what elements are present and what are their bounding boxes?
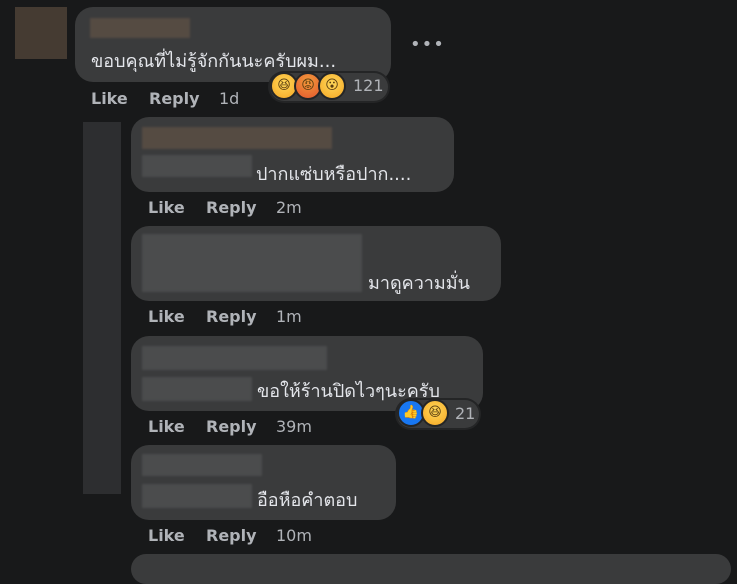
timestamp[interactable]: 2m [276, 198, 302, 217]
comment-text: ขอบคุณที่ไม่รู้จักกันนะครับผม... [91, 51, 337, 72]
reply-text: อือหือคำตอบ [257, 490, 358, 511]
wow-reaction-icon: 😮 [318, 72, 346, 100]
like-button[interactable]: Like [91, 89, 128, 108]
redacted-text [142, 377, 252, 401]
avatar[interactable] [15, 7, 67, 59]
redacted-author-name [142, 346, 327, 370]
reply-button[interactable]: Reply [206, 417, 257, 436]
redacted-author-name [142, 234, 362, 292]
redacted-avatars [83, 122, 121, 494]
more-options-icon[interactable]: ••• [410, 34, 445, 55]
timestamp[interactable]: 39m [276, 417, 312, 436]
redacted-text [142, 484, 252, 508]
like-button[interactable]: Like [148, 526, 185, 545]
reply-button[interactable]: Reply [206, 307, 257, 326]
redacted-author-name [142, 127, 332, 149]
timestamp[interactable]: 1m [276, 307, 302, 326]
redacted-text [142, 155, 252, 177]
haha-reaction-icon: 😆 [421, 399, 449, 427]
reply-button[interactable]: Reply [206, 198, 257, 217]
like-button[interactable]: Like [148, 307, 185, 326]
reaction-count: 21 [455, 404, 476, 423]
reply-button[interactable]: Reply [206, 526, 257, 545]
reply-text: ปากแซ่บหรือปาก.... [256, 164, 412, 185]
reply-text: มาดูความมั่น [368, 273, 470, 294]
timestamp[interactable]: 1d [219, 89, 239, 108]
redacted-author-name [142, 454, 262, 476]
redacted-author-name [90, 18, 190, 38]
like-button[interactable]: Like [148, 198, 185, 217]
reply-button[interactable]: Reply [149, 89, 200, 108]
reaction-count: 121 [353, 76, 384, 95]
like-button[interactable]: Like [148, 417, 185, 436]
timestamp[interactable]: 10m [276, 526, 312, 545]
